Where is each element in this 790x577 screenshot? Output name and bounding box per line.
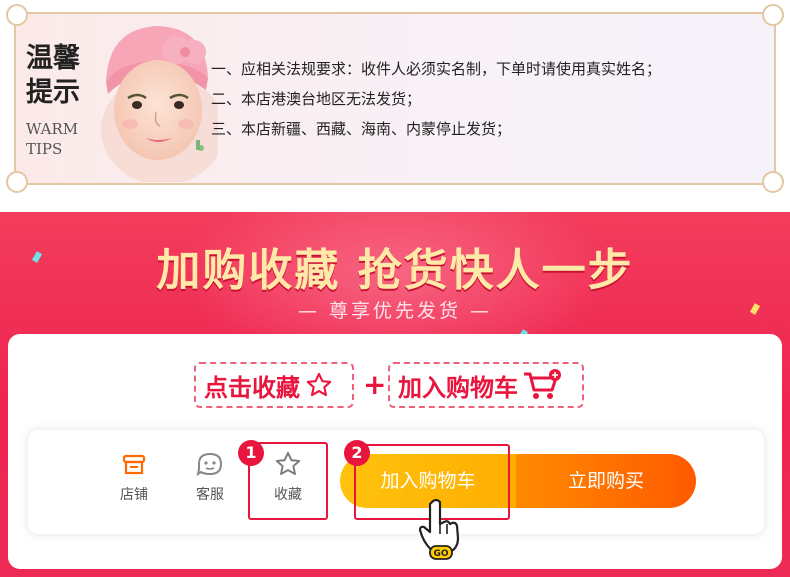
step-badge-2: 2: [344, 440, 370, 466]
promo-subline: — 尊享优先发货 —: [297, 300, 493, 322]
step-cart-label: 加入购物车: [398, 373, 518, 402]
go-label: GO: [433, 549, 448, 559]
step-cart-box: 加入购物车: [388, 362, 584, 408]
plus-sign: +: [363, 368, 387, 401]
pointer-hand-icon: GO: [418, 498, 460, 560]
model-portrait: [101, 26, 218, 182]
star-icon: [306, 372, 332, 397]
tips-item: 一、应相关法规要求：收件人必须实名制，下单时请使用真实姓名；: [211, 60, 662, 78]
warm-tips-section: 温馨 提示 WARM TIPS 一、应相关法规要求：收件人必须实名制，下单时请使…: [0, 0, 790, 205]
promo-headline: 加购收藏 抢货快人一步: [156, 245, 634, 296]
customer-service-icon: [196, 452, 223, 477]
bottom-action-bar: 店铺 客服 收藏 1 加入购物车 立即购买 2 GO: [28, 430, 764, 560]
tips-subtitle: WARM TIPS: [26, 120, 79, 158]
customer-service-entry[interactable]: 客服: [180, 450, 240, 504]
shop-icon: [122, 454, 146, 475]
tips-item: 二、本店港澳台地区无法发货；: [211, 90, 422, 108]
promo-banner: 加购收藏 抢货快人一步 — 尊享优先发货 — 点击收藏 + 加入购物车 店铺 客…: [0, 212, 790, 577]
step-favorite-box: 点击收藏: [194, 362, 354, 408]
customer-service-label: 客服: [196, 487, 224, 503]
tips-item: 三、本店新疆、西藏、海南、内蒙停止发货；: [211, 120, 512, 138]
shop-entry[interactable]: 店铺: [104, 450, 164, 504]
buy-now-button[interactable]: 立即购买: [516, 454, 696, 508]
instruction-panel: 点击收藏 + 加入购物车 店铺 客服 收藏 1 加入购物车 立即购买 2 GO: [8, 334, 782, 569]
step-favorite-label: 点击收藏: [204, 373, 300, 402]
tips-title: 温馨 提示: [26, 43, 80, 108]
step-badge-1: 1: [238, 440, 264, 466]
tips-list: 一、应相关法规要求：收件人必须实名制，下单时请使用真实姓名； 二、本店港澳台地区…: [211, 54, 661, 144]
warm-tips-card: 温馨 提示 WARM TIPS 一、应相关法规要求：收件人必须实名制，下单时请使…: [6, 4, 784, 193]
shop-label: 店铺: [120, 487, 148, 503]
cart-icon: [524, 369, 561, 399]
